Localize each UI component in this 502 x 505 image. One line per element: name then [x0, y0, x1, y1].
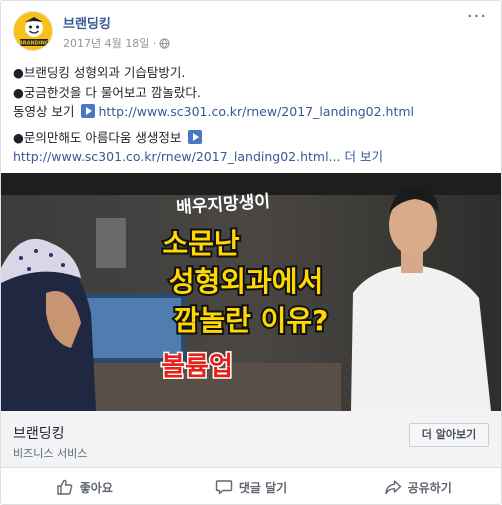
- link-preview-bar[interactable]: 브랜딩킹 비즈니스 서비스 더 알아보기: [1, 411, 501, 468]
- avatar-logo: BRANDING: [14, 12, 52, 50]
- post-meta: 2017년 4월 18일 ·: [63, 35, 170, 51]
- comment-button[interactable]: 댓글 달기: [168, 469, 335, 505]
- page-name-link[interactable]: 브랜딩킹: [63, 13, 111, 32]
- comment-icon: [215, 480, 233, 495]
- like-button[interactable]: 좋아요: [1, 469, 168, 505]
- post-card: BRANDING 브랜딩킹 2017년 4월 18일 · ··· ●브랜딩킹 성…: [0, 0, 502, 505]
- caption-line-2: 성형외과에서: [169, 265, 324, 298]
- globe-icon: [159, 37, 170, 49]
- post-line: ●궁금한것을 다 물어보고 깜놀랐다.: [13, 84, 201, 100]
- video-label: 동영상 보기: [13, 104, 79, 119]
- post-text: ●브랜딩킹 성형외과 기습탐방기. ●궁금한것을 다 물어보고 깜놀랐다. 동영…: [13, 63, 489, 167]
- link-title[interactable]: 브랜딩킹: [13, 423, 65, 443]
- share-icon: [384, 480, 401, 495]
- post-line-info: ●문의만해도 아름다움 생생정보: [13, 128, 489, 148]
- see-more-link[interactable]: ... 더 보기: [329, 149, 383, 164]
- caption-line-3: 깜놀란 이유?: [174, 304, 329, 337]
- share-button[interactable]: 공유하기: [334, 469, 501, 505]
- caption-line-1: 소문난: [162, 227, 240, 260]
- learn-more-button[interactable]: 더 알아보기: [409, 423, 489, 447]
- post-line-video: 동영상 보기 http://www.sc301.co.kr/rnew/2017_…: [13, 102, 489, 122]
- more-options-icon[interactable]: ···: [465, 8, 489, 31]
- share-label: 공유하기: [407, 480, 452, 495]
- play-icon: [188, 129, 203, 144]
- caption-bottom: 볼륨업: [161, 352, 233, 382]
- post-header: BRANDING 브랜딩킹 2017년 4월 18일 · ···: [13, 8, 489, 55]
- video-thumbnail[interactable]: 배우지망생이 소문난 성형외과에서 깜놀란 이유? 볼륨업: [1, 173, 501, 411]
- post-line: ●브랜딩킹 성형외과 기습탐방기.: [13, 65, 186, 80]
- play-icon: [81, 104, 96, 118]
- link-subtitle: 비즈니스 서비스: [13, 447, 88, 460]
- comment-label: 댓글 달기: [238, 480, 288, 495]
- post-line-link: http://www.sc301.co.kr/rnew/2017_landing…: [13, 147, 489, 167]
- action-bar: 좋아요 댓글 달기 공유하기: [1, 469, 501, 505]
- landing-link-2[interactable]: http://www.sc301.co.kr/rnew/2017_landing…: [13, 149, 329, 164]
- thumbnail-image: 배우지망생이 소문난 성형외과에서 깜놀란 이유? 볼륨업: [1, 173, 501, 411]
- info-label: ●문의만해도 아름다움 생생정보: [13, 129, 186, 145]
- avatar[interactable]: BRANDING: [13, 11, 53, 51]
- post-date[interactable]: 2017년 4월 18일 ·: [63, 35, 156, 51]
- thumbs-up-icon: [57, 479, 73, 495]
- avatar-text: BRANDING: [19, 41, 49, 47]
- like-label: 좋아요: [79, 480, 113, 495]
- landing-link[interactable]: http://www.sc301.co.kr/rnew/2017_landing…: [98, 104, 414, 119]
